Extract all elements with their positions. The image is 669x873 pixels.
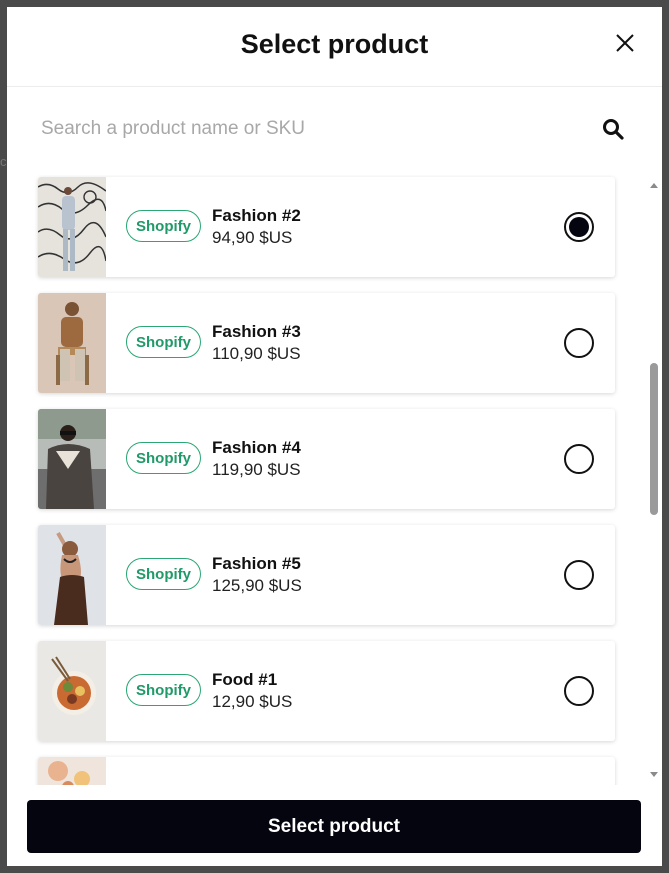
select-radio[interactable] — [564, 444, 594, 474]
modal-header: Select product — [7, 7, 662, 87]
select-radio[interactable] — [564, 676, 594, 706]
background-fragment: c — [0, 154, 7, 169]
close-icon[interactable] — [613, 31, 637, 55]
product-name: Fashion #5 — [212, 554, 301, 573]
product-price: 12,90 $US — [212, 692, 293, 711]
product-thumbnail — [38, 177, 106, 277]
search-bar — [27, 107, 637, 151]
search-input[interactable] — [27, 107, 587, 151]
product-item[interactable] — [38, 757, 615, 785]
product-price: 110,90 $US — [212, 344, 301, 363]
shopify-badge: Shopify — [126, 210, 201, 242]
product-price: 125,90 $US — [212, 576, 302, 595]
scrollbar-thumb[interactable] — [650, 363, 658, 515]
select-radio[interactable] — [564, 212, 594, 242]
select-product-button[interactable]: Select product — [27, 800, 641, 853]
product-price: 94,90 $US — [212, 228, 293, 247]
shopify-badge: Shopify — [126, 558, 201, 590]
select-radio[interactable] — [564, 560, 594, 590]
product-price: 119,90 $US — [212, 460, 301, 479]
product-list[interactable]: Shopify Fashion #2 94,90 $US Shopify Fas… — [7, 175, 662, 785]
shopify-badge: Shopify — [126, 442, 201, 474]
select-radio[interactable] — [564, 328, 594, 358]
modal-title: Select product — [240, 29, 429, 59]
product-item[interactable]: Shopify Fashion #2 94,90 $US — [38, 177, 615, 277]
scroll-up-arrow[interactable] — [649, 177, 659, 188]
product-thumbnail — [38, 409, 106, 509]
product-item[interactable]: Shopify Food #1 12,90 $US — [38, 641, 615, 741]
product-item[interactable]: Shopify Fashion #4 119,90 $US — [38, 409, 615, 509]
select-product-modal: Select product Search a product name or … — [7, 7, 662, 866]
product-thumbnail — [38, 293, 106, 393]
modal-footer: Select product — [7, 785, 662, 866]
product-name: Fashion #3 — [212, 322, 301, 341]
search-icon[interactable] — [601, 117, 625, 141]
product-thumbnail — [38, 757, 106, 785]
shopify-badge: Shopify — [126, 674, 201, 706]
product-thumbnail — [38, 641, 106, 741]
product-thumbnail — [38, 525, 106, 625]
product-name: Fashion #4 — [212, 438, 301, 457]
scroll-down-arrow[interactable] — [649, 767, 659, 777]
product-name: Food #1 — [212, 670, 278, 689]
product-item[interactable]: Shopify Fashion #5 125,90 $US — [38, 525, 615, 625]
product-name: Fashion #2 — [212, 206, 301, 225]
product-item[interactable]: Shopify Fashion #3 110,90 $US — [38, 293, 615, 393]
shopify-badge: Shopify — [126, 326, 201, 358]
